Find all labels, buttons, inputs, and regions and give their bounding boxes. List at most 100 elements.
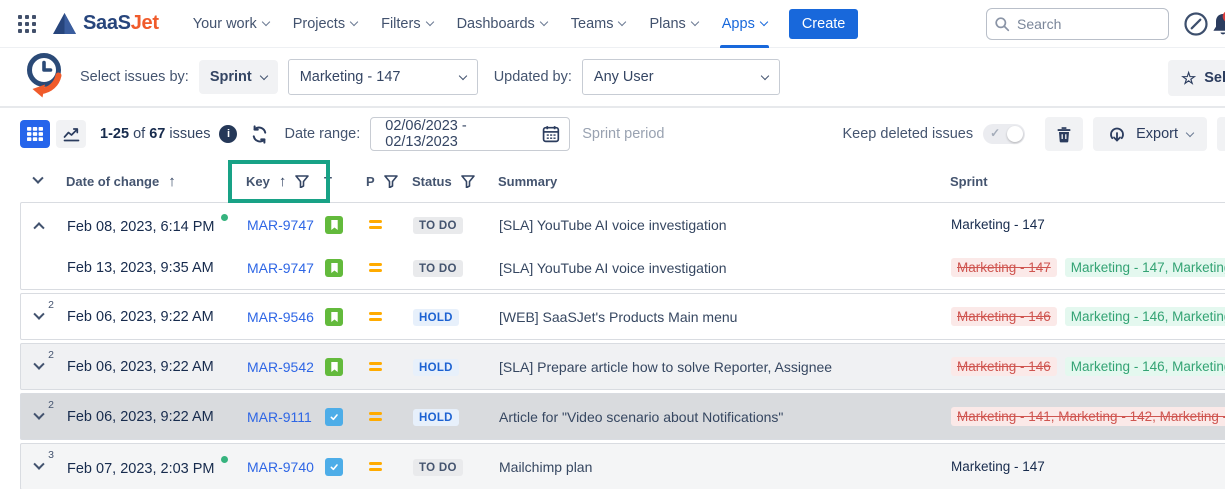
chevron-down-icon	[760, 18, 768, 26]
issue-key-link[interactable]: MAR-9546	[223, 309, 325, 325]
chevron-down-icon[interactable]	[33, 308, 44, 319]
app-switcher-icon[interactable]	[18, 15, 36, 33]
table-row[interactable]: 3 Feb 07, 2023, 2:03 PM MAR-9740 TO DO M…	[21, 444, 1225, 489]
filter-funnel-icon[interactable]	[461, 175, 475, 188]
chevron-down-icon	[259, 71, 267, 79]
check-icon: ✓	[990, 126, 1000, 140]
change-date: Feb 06, 2023, 9:22 AM	[57, 309, 223, 325]
chevron-up-icon[interactable]	[33, 222, 44, 233]
expand-row-control[interactable]: 3	[21, 444, 57, 489]
issue-summary: [SLA] YouTube AI voice investigation	[491, 217, 943, 233]
sort-ascending-icon[interactable]: ↑	[168, 173, 176, 190]
change-date: Feb 06, 2023, 9:22 AM	[57, 359, 223, 375]
updated-by-user-select[interactable]: Any User	[582, 59, 780, 95]
export-button[interactable]: Export	[1093, 117, 1207, 151]
column-header-status[interactable]: Status	[398, 174, 490, 189]
chevron-down-icon	[691, 18, 699, 26]
issue-key-link[interactable]: MAR-9747	[223, 217, 325, 233]
priority-medium-icon	[353, 362, 399, 371]
story-type-icon	[325, 216, 343, 234]
table-row[interactable]: Feb 13, 2023, 9:35 AM MAR-9747 TO DO [SL…	[21, 246, 1225, 289]
saasjet-triangle-icon	[52, 12, 77, 35]
sprint-cell: Marketing - 147	[943, 217, 1225, 232]
expand-row-control[interactable]: 2	[21, 294, 57, 339]
help-icon[interactable]	[1183, 11, 1209, 37]
nav-projects[interactable]: Projects	[281, 0, 369, 48]
sort-ascending-icon[interactable]: ↑	[279, 173, 287, 190]
issue-history-row-MAR-9740: 3 Feb 07, 2023, 2:03 PM MAR-9740 TO DO M…	[20, 443, 1225, 489]
issue-history-row-MAR-9542: 2 Feb 06, 2023, 9:22 AM MAR-9542 HOLD [S…	[20, 343, 1225, 390]
create-button[interactable]: Create	[789, 9, 859, 39]
chart-view-button[interactable]	[56, 120, 86, 148]
delete-button[interactable]	[1045, 117, 1083, 151]
cutoff-button[interactable]	[1217, 117, 1225, 151]
notifications-bell-icon[interactable]	[1210, 10, 1225, 43]
search-input[interactable]	[986, 8, 1169, 40]
select-saved-filters-button[interactable]: ☆Selec	[1168, 60, 1225, 96]
issue-key-link[interactable]: MAR-9740	[223, 459, 325, 475]
column-header-summary[interactable]: Summary	[490, 174, 942, 189]
filter-funnel-icon[interactable]	[384, 175, 398, 188]
chevron-down-icon[interactable]	[33, 408, 44, 419]
search-icon	[994, 16, 1010, 32]
table-row[interactable]: 2 Feb 06, 2023, 9:22 AM MAR-9542 HOLD [S…	[21, 344, 1225, 389]
change-date: Feb 07, 2023, 2:03 PM	[57, 456, 223, 477]
status-badge: HOLD	[413, 359, 459, 376]
collapse-row-control[interactable]	[21, 203, 57, 246]
nav-plans[interactable]: Plans	[637, 0, 709, 48]
table-row[interactable]: 2 Feb 06, 2023, 9:22 AM MAR-9111 HOLD Ar…	[21, 394, 1225, 439]
date-range-input[interactable]: 02/06/2023 - 02/13/2023	[370, 117, 570, 151]
nav-teams[interactable]: Teams	[559, 0, 638, 48]
table-view-button[interactable]	[20, 120, 50, 148]
change-date: Feb 13, 2023, 9:35 AM	[57, 260, 223, 276]
refresh-icon[interactable]	[250, 125, 269, 144]
issue-summary: [SLA] Prepare article how to solve Repor…	[491, 359, 943, 375]
table-row[interactable]: Feb 08, 2023, 6:14 PM MAR-9747 TO DO [SL…	[21, 203, 1225, 246]
column-header-date-of-change[interactable]: Date of change↑	[56, 173, 222, 190]
priority-medium-icon	[353, 263, 399, 272]
saasjet-logo[interactable]: SaaSJet	[52, 12, 159, 35]
keep-deleted-issues-toggle[interactable]: ✓	[983, 124, 1025, 144]
expand-all-header[interactable]	[20, 177, 56, 185]
expand-row-control[interactable]: 2	[21, 394, 57, 439]
expand-row-control[interactable]: 2	[21, 344, 57, 389]
info-icon[interactable]: i	[219, 125, 237, 143]
sprint-select[interactable]: Marketing - 147	[288, 59, 478, 95]
nav-filters[interactable]: Filters	[369, 0, 444, 48]
chevron-down-icon[interactable]	[33, 358, 44, 369]
column-header-key[interactable]: Key↑	[222, 173, 324, 190]
issue-history-app-logo	[18, 50, 66, 105]
keep-deleted-issues-label: Keep deleted issues	[842, 126, 973, 142]
column-header-priority[interactable]: P	[352, 174, 398, 189]
sprint-added-value: Marketing - 146, Marketing - 147	[1065, 307, 1225, 326]
nav-your-work[interactable]: Your work	[181, 0, 281, 48]
list-toolbar: 1-25 of 67 issues i Date range: 02/06/20…	[0, 108, 1225, 160]
calendar-icon[interactable]	[542, 125, 560, 143]
sprint-added-value: Marketing - 146, Marketing - 147	[1065, 357, 1225, 376]
nav-apps[interactable]: Apps	[710, 0, 779, 48]
issue-key-link[interactable]: MAR-9542	[223, 359, 325, 375]
chevron-down-icon	[1186, 128, 1194, 136]
chevron-down-icon[interactable]	[33, 458, 44, 469]
filter-bar: Select issues by: Sprint Marketing - 147…	[0, 48, 1225, 108]
issue-key-link[interactable]: MAR-9747	[223, 260, 325, 276]
sprint-cell: Marketing - 147 Marketing - 147, Marketi…	[943, 258, 1225, 277]
grid-view-icon	[27, 127, 43, 141]
priority-medium-icon	[353, 312, 399, 321]
column-header-sprint[interactable]: Sprint	[942, 174, 1225, 189]
sprint-period-label: Sprint period	[582, 126, 664, 142]
issue-summary: [SLA] YouTube AI voice investigation	[491, 260, 943, 276]
sprint-removed-value: Marketing - 146	[951, 307, 1057, 326]
issue-mode-dropdown[interactable]: Sprint	[199, 60, 278, 94]
issue-history-row-MAR-9111: 2 Feb 06, 2023, 9:22 AM MAR-9111 HOLD Ar…	[20, 393, 1225, 440]
nav-dashboards[interactable]: Dashboards	[445, 0, 559, 48]
chevron-down-icon	[350, 18, 358, 26]
table-header-row: Date of change↑ Key↑ T P Status Summary …	[20, 160, 1225, 202]
column-header-type[interactable]: T	[324, 174, 352, 189]
line-chart-icon	[63, 127, 80, 142]
priority-medium-icon	[353, 220, 399, 229]
table-row[interactable]: 2 Feb 06, 2023, 9:22 AM MAR-9546 HOLD [W…	[21, 294, 1225, 339]
issue-key-link[interactable]: MAR-9111	[223, 409, 325, 425]
chevron-down-icon[interactable]	[32, 173, 43, 184]
filter-funnel-icon[interactable]	[295, 175, 309, 188]
